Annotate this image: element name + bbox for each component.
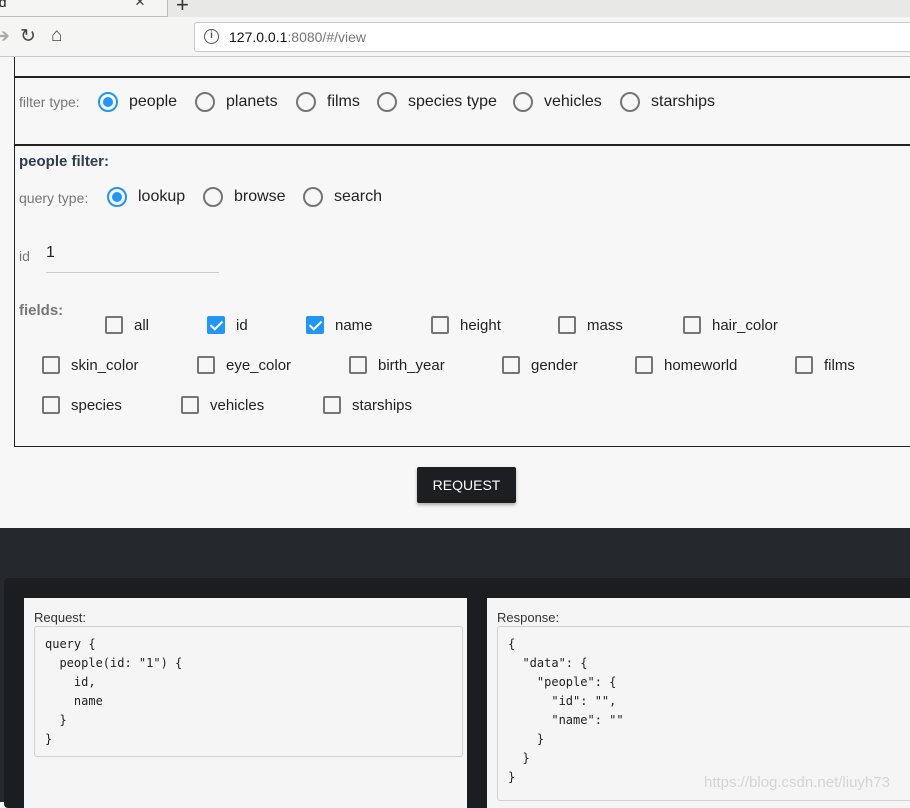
checkbox-label-films[interactable]: films [824,357,855,374]
request-code[interactable]: query { people(id: "1") { id, name } } [34,626,463,757]
query-type-label: query type: [19,190,89,206]
checkbox-all[interactable] [105,316,123,334]
radio-lookup[interactable] [107,187,127,207]
checkbox-label-all[interactable]: all [134,317,149,334]
request-card: Request: query { people(id: "1") { id, n… [24,598,467,808]
checkbox-label-birth_year[interactable]: birth_year [378,357,445,374]
radio-label-species-type[interactable]: species type [408,93,497,111]
checkbox-homeworld[interactable] [635,356,653,374]
checkbox-starships[interactable] [323,396,341,414]
checkbox-gender[interactable] [502,356,520,374]
info-icon[interactable]: i [204,29,219,44]
checkbox-label-height[interactable]: height [460,317,501,334]
tab-title: nd [0,0,7,10]
checkbox-species[interactable] [42,396,60,414]
checkbox-name[interactable] [306,316,324,334]
radio-search[interactable] [303,187,323,207]
divider [15,76,910,78]
url-bar[interactable]: i 127.0.0.1:8080/#/view [194,22,910,52]
radio-planets[interactable] [195,92,215,112]
filter-type-label: filter type: [19,94,80,110]
radio-starships[interactable] [620,92,640,112]
browser-tab[interactable]: nd × [0,0,168,17]
checkbox-label-mass[interactable]: mass [587,317,623,334]
checkbox-label-eye_color[interactable]: eye_color [226,357,291,374]
checkbox-birth_year[interactable] [349,356,367,374]
tab-bar: nd × + [0,0,910,17]
id-value: 1 [46,244,55,261]
radio-films[interactable] [296,92,316,112]
checkbox-label-name[interactable]: name [335,317,373,334]
divider [15,144,910,146]
fields-label: fields: [19,302,64,319]
url-host: 127.0.0.1 [229,29,288,45]
checkbox-id[interactable] [207,316,225,334]
browser-toolbar: ➔ ↻ ⌂ i 127.0.0.1:8080/#/view [0,17,910,57]
request-button[interactable]: REQUEST [417,467,516,503]
radio-species-type[interactable] [377,92,397,112]
checkbox-mass[interactable] [558,316,576,334]
url-text: 127.0.0.1:8080/#/view [229,29,366,45]
watermark: https://blog.csdn.net/liuyh73 [704,774,890,791]
people-filter-title: people filter: [19,153,110,170]
checkbox-label-skin_color[interactable]: skin_color [71,357,139,374]
url-path: :8080/#/view [287,29,366,45]
checkbox-vehicles[interactable] [181,396,199,414]
close-tab-icon[interactable]: × [135,0,145,12]
radio-browse[interactable] [203,187,223,207]
checkbox-films[interactable] [795,356,813,374]
radio-label-vehicles[interactable]: vehicles [544,93,602,111]
checkbox-label-hair_color[interactable]: hair_color [712,317,778,334]
checkbox-label-gender[interactable]: gender [531,357,578,374]
radio-label-lookup[interactable]: lookup [138,188,185,206]
checkbox-label-vehicles[interactable]: vehicles [210,397,264,414]
radio-label-films[interactable]: films [327,93,360,111]
request-label: Request: [34,610,87,625]
radio-people[interactable] [98,92,118,112]
checkbox-eye_color[interactable] [197,356,215,374]
id-label: id [19,248,30,264]
id-input[interactable]: 1 [46,244,219,273]
radio-label-browse[interactable]: browse [234,188,286,206]
checkbox-height[interactable] [431,316,449,334]
radio-label-search[interactable]: search [334,188,382,206]
checkbox-label-id[interactable]: id [236,317,248,334]
radio-vehicles[interactable] [513,92,533,112]
checkbox-hair_color[interactable] [683,316,701,334]
response-label: Response: [497,610,560,625]
checkbox-label-species[interactable]: species [71,397,122,414]
new-tab-icon[interactable]: + [176,0,189,18]
radio-label-people[interactable]: people [129,93,177,111]
checkbox-skin_color[interactable] [42,356,60,374]
forward-icon[interactable]: ➔ [0,25,10,48]
home-icon[interactable]: ⌂ [51,25,62,47]
checkbox-label-homeworld[interactable]: homeworld [664,357,737,374]
radio-label-planets[interactable]: planets [226,93,278,111]
radio-label-starships[interactable]: starships [651,93,715,111]
reload-icon[interactable]: ↻ [20,25,36,48]
checkbox-label-starships[interactable]: starships [352,397,412,414]
